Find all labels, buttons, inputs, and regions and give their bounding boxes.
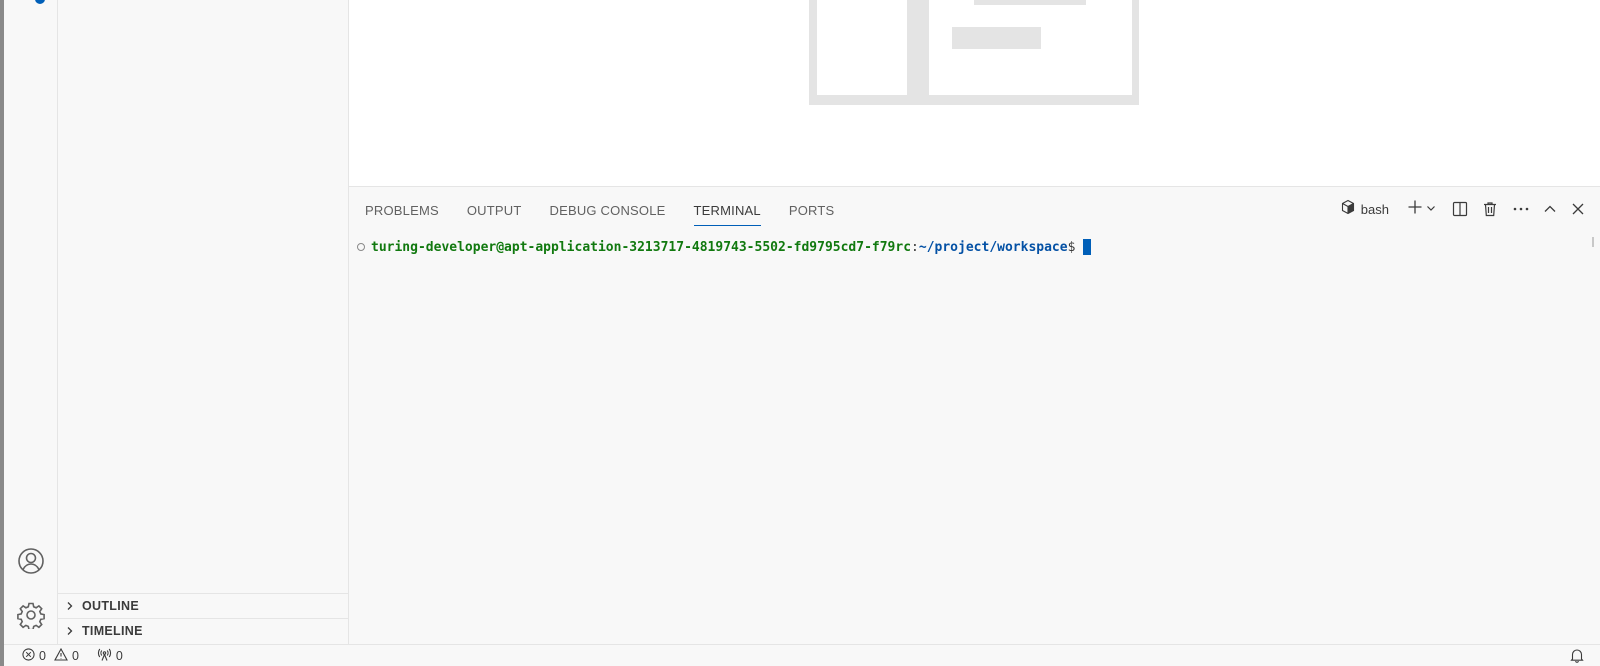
new-terminal-button[interactable] — [1407, 197, 1436, 221]
close-icon[interactable] — [1570, 197, 1586, 221]
bell-icon[interactable] — [1570, 648, 1584, 666]
terminal-cursor — [1083, 239, 1092, 255]
panel: PROBLEMS OUTPUT DEBUG CONSOLE TERMINAL P… — [349, 187, 1600, 644]
terminal-shell-selector[interactable]: bash — [1340, 197, 1389, 221]
tab-terminal[interactable]: TERMINAL — [693, 195, 761, 226]
panel-tabs: PROBLEMS OUTPUT DEBUG CONSOLE TERMINAL P… — [365, 193, 862, 227]
status-ports[interactable]: 0 — [97, 648, 123, 664]
tab-debug-console[interactable]: DEBUG CONSOLE — [550, 195, 666, 225]
terminal-path: ~/project/workspace — [918, 239, 1068, 255]
activity-badge — [35, 0, 45, 4]
status-bar: 0 0 0 — [4, 644, 1600, 666]
terminal-status-dot — [357, 243, 365, 251]
tab-ports[interactable]: PORTS — [789, 195, 835, 225]
terminal-shell-label: bash — [1360, 201, 1389, 217]
sidebar-section-outline[interactable]: OUTLINE — [58, 593, 349, 618]
tab-output[interactable]: OUTPUT — [467, 195, 522, 225]
panel-actions: bash — [1330, 195, 1586, 223]
terminal-shell-icon — [1340, 199, 1356, 220]
section-label: OUTLINE — [82, 599, 139, 613]
sidebar-section-timeline[interactable]: TIMELINE — [58, 618, 349, 643]
ellipsis-icon[interactable] — [1512, 197, 1530, 221]
chevron-right-icon — [58, 626, 82, 636]
trash-icon[interactable] — [1482, 197, 1498, 221]
terminal-colon: : — [911, 239, 919, 255]
warning-icon — [54, 647, 68, 664]
split-icon[interactable] — [1452, 197, 1468, 221]
tab-problems[interactable]: PROBLEMS — [365, 195, 439, 225]
account-icon[interactable] — [16, 546, 46, 576]
error-icon — [22, 647, 35, 664]
status-warning-count: 0 — [71, 648, 79, 663]
chevron-down-icon[interactable] — [1426, 200, 1436, 218]
terminal-scrollbar[interactable] — [1592, 237, 1594, 247]
chevron-right-icon — [58, 601, 82, 611]
section-label: TIMELINE — [82, 624, 143, 638]
plus-icon — [1407, 199, 1423, 220]
broadcast-icon — [97, 648, 112, 664]
status-problems[interactable]: 0 0 — [22, 647, 79, 664]
terminal-dollar: $ — [1067, 239, 1076, 255]
gear-icon[interactable] — [16, 600, 46, 630]
status-ports-count: 0 — [115, 648, 123, 663]
editor-area — [349, 0, 1600, 187]
sidebar: OUTLINE TIMELINE — [58, 0, 349, 644]
terminal-prompt-line[interactable]: turing-developer@apt-application-3213717… — [357, 239, 1092, 255]
activity-bar — [4, 0, 58, 644]
status-error-count: 0 — [39, 648, 46, 663]
terminal-user-host: turing-developer@apt-application-3213717… — [371, 239, 912, 255]
editor-watermark-logo — [809, 0, 1139, 105]
chevron-up-icon[interactable] — [1542, 197, 1558, 221]
